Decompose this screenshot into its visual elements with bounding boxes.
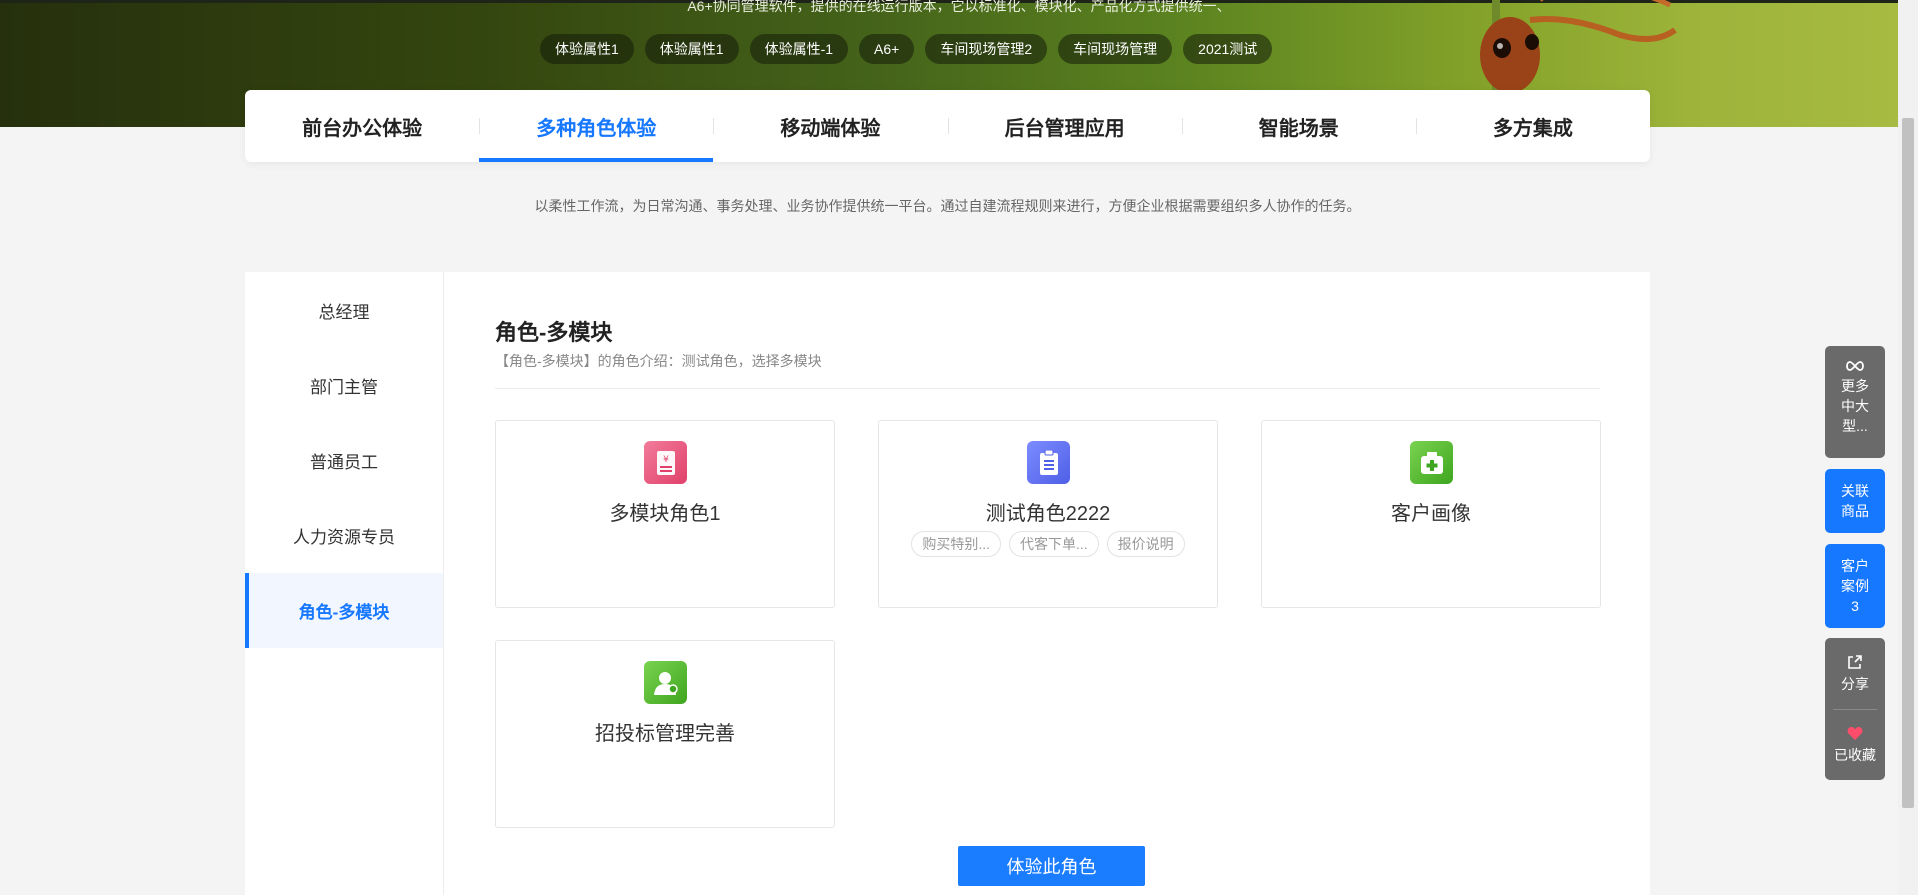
module-card[interactable]: 测试角色2222 购买特别... 代客下单... 报价说明 [878,420,1218,608]
share-icon [1848,654,1862,669]
card-tag[interactable]: 购买特别... [911,531,1001,557]
tab-smart-scene[interactable]: 智能场景 [1181,90,1416,162]
module-card[interactable]: 招投标管理完善 [495,640,835,828]
role-sidebar: 总经理 部门主管 普通员工 人力资源专员 角色-多模块 [245,272,444,895]
experience-tabs: 前台办公体验 多种角色体验 移动端体验 后台管理应用 智能场景 多方集成 [245,90,1650,162]
hero-tag[interactable]: 车间现场管理 [1058,34,1173,64]
favorite-button[interactable]: 已收藏 [1825,710,1885,781]
related-label: 关联商品 [1841,483,1869,519]
card-tag[interactable]: 报价说明 [1106,531,1185,557]
cases-count: 3 [1851,598,1859,614]
sidebar-item-employee[interactable]: 普通员工 [245,423,443,498]
user-badge-icon [644,661,687,704]
sidebar-item-dept-head[interactable]: 部门主管 [245,348,443,423]
divider [495,388,1600,389]
module-card[interactable]: ¥ 多模块角色1 [495,420,835,608]
card-title: 测试角色2222 [985,503,1111,525]
cases-label: 客户案例 [1841,558,1869,594]
role-title: 角色-多模块 [495,320,613,345]
hero-tag[interactable]: 2021测试 [1183,34,1273,64]
hero-tag[interactable]: 体验属性1 [644,34,739,64]
experience-role-button[interactable]: 体验此角色 [958,846,1145,886]
hero-tag[interactable]: A6+ [859,34,915,64]
card-title: 多模块角色1 [609,503,721,525]
card-tag[interactable]: 代客下单... [1009,531,1099,557]
card-title: 客户画像 [1391,503,1471,525]
hero-tag[interactable]: 体验属性1 [540,34,634,64]
hero-tag[interactable]: 体验属性-1 [749,34,849,64]
heart-icon [1847,727,1863,740]
invoice-icon: ¥ [644,441,687,484]
share-label: 分享 [1841,675,1869,692]
favorite-label: 已收藏 [1834,747,1876,763]
role-panel: 总经理 部门主管 普通员工 人力资源专员 角色-多模块 角色-多模块 【角色-多… [245,272,1650,895]
sidebar-item-multi-module[interactable]: 角色-多模块 [245,573,443,648]
tab-integration[interactable]: 多方集成 [1415,90,1650,162]
sidebar-item-general-manager[interactable]: 总经理 [245,273,443,348]
hero-tag[interactable]: 车间现场管理2 [925,34,1048,64]
share-button[interactable]: 分享 [1825,638,1885,709]
hero-tags: 体验属性1 体验属性1 体验属性-1 A6+ 车间现场管理2 车间现场管理 20… [540,34,1273,64]
clipboard-icon [1027,441,1070,484]
customer-cases-button[interactable]: 客户案例 3 [1825,544,1885,628]
tab-multi-role[interactable]: 多种角色体验 [479,90,714,162]
tab-mobile[interactable]: 移动端体验 [713,90,947,162]
tab-intro: 以柔性工作流，为日常沟通、事务处理、业务协作提供统一平台。通过自建流程规则来进行… [534,198,1361,214]
more-label: 更多中大型... [1841,378,1869,434]
related-products-button[interactable]: 关联商品 [1825,469,1885,533]
infinity-icon [1846,361,1864,371]
card-tags: 购买特别... 代客下单... 报价说明 [879,531,1217,557]
medkit-icon [1410,441,1453,484]
svg-text:¥: ¥ [663,455,669,465]
role-subtitle: 【角色-多模块】的角色介绍：测试角色，选择多模块 [495,353,822,369]
share-favorite-group: 分享 已收藏 [1825,638,1885,780]
module-card[interactable]: 客户画像 [1261,420,1601,608]
tab-backend[interactable]: 后台管理应用 [947,90,1182,162]
sidebar-item-hr[interactable]: 人力资源专员 [245,498,443,573]
card-title: 招投标管理完善 [595,723,735,745]
scrollbar-thumb[interactable] [1902,118,1914,808]
more-large-products-button[interactable]: 更多中大型... [1825,346,1885,458]
tab-frontdesk[interactable]: 前台办公体验 [245,90,479,162]
